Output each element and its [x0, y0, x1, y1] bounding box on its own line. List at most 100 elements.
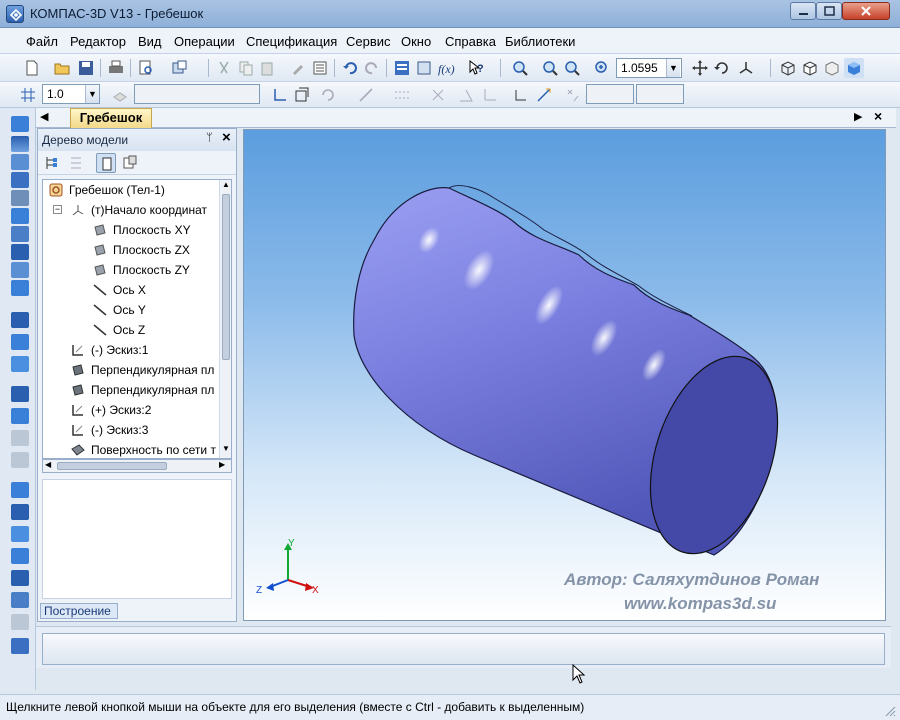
scroll-left-icon[interactable]: ◀: [45, 460, 51, 469]
cut-sweep-icon[interactable]: [11, 430, 29, 446]
elements-design-icon[interactable]: [11, 280, 29, 296]
wireframe-view-icon[interactable]: [778, 58, 798, 78]
tree-item-perp-plane-1[interactable]: Перпендикулярная пл: [43, 360, 231, 380]
preview-icon[interactable]: [136, 58, 156, 78]
construction-tab[interactable]: Построение: [40, 603, 118, 619]
coord-x-field[interactable]: [586, 84, 634, 104]
close-document-icon[interactable]: ×: [874, 108, 882, 124]
layer-icon[interactable]: [110, 85, 130, 105]
menu-view[interactable]: Вид: [138, 34, 162, 49]
list-icon[interactable]: [310, 58, 330, 78]
menu-service[interactable]: Сервис: [346, 34, 391, 49]
rotate-icon[interactable]: [712, 58, 732, 78]
kompas-app-icon[interactable]: [6, 5, 24, 23]
comb-3d-model[interactable]: [244, 130, 885, 620]
document-tab[interactable]: Гребешок: [70, 108, 152, 128]
scroll-right-icon[interactable]: ▶: [219, 460, 225, 469]
collapse-icon[interactable]: −: [53, 205, 62, 214]
tree-view-mode-icon[interactable]: [96, 153, 116, 173]
menu-edit[interactable]: Редактор: [70, 34, 126, 49]
rib-icon[interactable]: [11, 548, 29, 564]
zoom-dropdown-arrow[interactable]: ▼: [666, 59, 680, 77]
copy-icon[interactable]: [236, 58, 256, 78]
tree-item-perp-plane-2[interactable]: Перпендикулярная пл: [43, 380, 231, 400]
tree-item-plane-xy[interactable]: Плоскость XY: [43, 220, 231, 240]
grid-icon[interactable]: [392, 85, 412, 105]
measure-diagnostics-icon[interactable]: [11, 208, 29, 224]
close-window-button[interactable]: [842, 2, 890, 20]
step-dropdown-arrow[interactable]: ▼: [85, 85, 99, 103]
revolve-icon[interactable]: [11, 334, 29, 350]
menu-operations[interactable]: Операции: [174, 34, 235, 49]
shaded-view-icon[interactable]: [844, 58, 864, 78]
tree-vertical-scrollbar[interactable]: ▲ ▼: [219, 180, 231, 458]
menu-libraries[interactable]: Библиотеки: [505, 34, 575, 49]
manager-icon[interactable]: [392, 58, 412, 78]
snap-angle-icon[interactable]: [456, 85, 476, 105]
tree-separate-window-icon[interactable]: [120, 153, 140, 173]
formula-fx-icon[interactable]: f(x): [436, 58, 456, 78]
extrude-icon[interactable]: [11, 312, 29, 328]
specification-icon[interactable]: [11, 244, 29, 260]
undo-icon[interactable]: [340, 58, 360, 78]
zoom-window-icon[interactable]: [510, 58, 530, 78]
snap-points-icon[interactable]: [534, 85, 554, 105]
chamfer-icon[interactable]: [11, 504, 29, 520]
tree-item-plane-zy[interactable]: Плоскость ZY: [43, 260, 231, 280]
pan-icon[interactable]: [690, 58, 710, 78]
reports-icon[interactable]: [11, 262, 29, 278]
layer-field[interactable]: [134, 84, 260, 104]
tree-horizontal-scrollbar[interactable]: ◀ ▶: [42, 459, 232, 473]
orientation-icon[interactable]: [736, 58, 756, 78]
menu-specification[interactable]: Спецификация: [246, 34, 337, 49]
thin-lines-view-icon[interactable]: [822, 58, 842, 78]
coord-y-field[interactable]: [636, 84, 684, 104]
zoom-scale-icon[interactable]: [592, 58, 612, 78]
filters-icon[interactable]: [11, 226, 29, 242]
hidden-lines-view-icon[interactable]: [800, 58, 820, 78]
auxiliary-geometry-icon[interactable]: [11, 172, 29, 188]
properties-panel[interactable]: [42, 633, 885, 665]
sweep-icon[interactable]: [11, 356, 29, 372]
tree-structure-mode-icon[interactable]: [66, 153, 86, 173]
menu-window[interactable]: Окно: [401, 34, 431, 49]
tree-item-axis-y[interactable]: Ось Y: [43, 300, 231, 320]
spatial-curves-icon[interactable]: [11, 136, 29, 152]
tab-scroll-right-icon[interactable]: ▶: [854, 110, 862, 123]
zoom-in-icon[interactable]: [540, 58, 560, 78]
tab-scroll-left-icon[interactable]: ◀: [40, 110, 48, 123]
variables-icon[interactable]: [414, 58, 434, 78]
tree-hscroll-thumb[interactable]: [57, 462, 167, 470]
snap-direction-icon[interactable]: [480, 85, 500, 105]
tree-item-axis-x[interactable]: Ось X: [43, 280, 231, 300]
tree-item-origin[interactable]: − (т)Начало координат: [43, 200, 231, 220]
cut-extrude-icon[interactable]: [11, 386, 29, 402]
properties-brush-icon[interactable]: [288, 58, 308, 78]
view-manager-icon[interactable]: [170, 58, 190, 78]
orientation-plane-icon[interactable]: [292, 85, 312, 105]
maximize-button[interactable]: [816, 2, 842, 20]
context-help-icon[interactable]: ?: [466, 58, 486, 78]
coordinates-icon[interactable]: [564, 85, 584, 105]
local-cs-icon[interactable]: [270, 85, 290, 105]
menu-file[interactable]: Файл: [26, 34, 58, 49]
measure-icon[interactable]: [356, 85, 376, 105]
surfaces-icon[interactable]: [11, 154, 29, 170]
editing-part-icon[interactable]: [11, 116, 29, 132]
minimize-button[interactable]: [790, 2, 816, 20]
tree-item-sketch-2[interactable]: (+) Эскиз:2: [43, 400, 231, 420]
tree-item-sketch-1[interactable]: (-) Эскиз:1: [43, 340, 231, 360]
cut-icon[interactable]: [214, 58, 234, 78]
tree-item-sketch-3[interactable]: (-) Эскиз:3: [43, 420, 231, 440]
tree-item-axis-z[interactable]: Ось Z: [43, 320, 231, 340]
resize-grip-icon[interactable]: [884, 705, 896, 717]
print-icon[interactable]: [106, 58, 126, 78]
tree-item-plane-zx[interactable]: Плоскость ZX: [43, 240, 231, 260]
menu-help[interactable]: Справка: [445, 34, 496, 49]
redo-icon[interactable]: [362, 58, 382, 78]
shell-icon[interactable]: [11, 526, 29, 542]
grid-snap-icon[interactable]: [18, 85, 38, 105]
tree-order-icon[interactable]: [42, 153, 62, 173]
open-folder-icon[interactable]: [52, 58, 72, 78]
paste-icon[interactable]: [258, 58, 278, 78]
